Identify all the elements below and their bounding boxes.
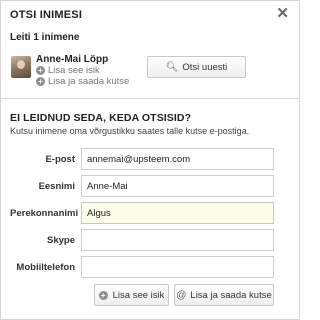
avatar[interactable] [11, 56, 31, 78]
results-count: Leiti 1 inimene [10, 32, 80, 43]
at-icon: @ [176, 289, 187, 301]
skype-field[interactable] [81, 229, 274, 251]
add-person-button-label: Lisa see isik [112, 289, 165, 301]
add-invite-button-label: Lisa ja saada kutse [190, 289, 272, 301]
person-result: Anne-Mai Löpp + Lisa see isik + Lisa ja … [11, 54, 129, 87]
invite-section-subtitle: Kutsu inimene oma võrgustikku saates tal… [10, 126, 250, 136]
add-invite-link[interactable]: + Lisa ja saada kutse [36, 76, 129, 87]
mobile-field[interactable] [81, 256, 274, 278]
add-person-link[interactable]: + Lisa see isik [36, 65, 129, 76]
first-name-field[interactable] [81, 175, 274, 197]
plus-circle-icon: + [36, 77, 45, 86]
skype-label: Skype [47, 235, 75, 246]
email-field[interactable] [81, 148, 274, 170]
plus-circle-icon: + [36, 66, 45, 75]
plus-circle-icon: + [98, 290, 108, 300]
last-name-label: Perekonnanimi [10, 208, 79, 219]
search-again-button[interactable]: 🔍︎ Otsi uuesti [147, 56, 246, 78]
last-name-field[interactable] [81, 202, 274, 224]
email-label: E-post [45, 154, 75, 165]
person-name[interactable]: Anne-Mai Löpp [36, 54, 129, 65]
first-name-label: Eesnimi [38, 181, 75, 192]
find-people-dialog: OTSI INIMESI ✕ Leiti 1 inimene Anne-Mai … [0, 0, 300, 320]
invite-section-title: EI LEIDNUD SEDA, KEDA OTSISID? [10, 112, 192, 124]
divider [1, 98, 299, 99]
search-again-label: Otsi uuesti [182, 61, 228, 73]
dialog-title: OTSI INIMESI [10, 9, 83, 21]
add-person-button[interactable]: + Lisa see isik [94, 284, 169, 306]
add-invite-link-label: Lisa ja saada kutse [48, 76, 130, 87]
mobile-label: Mobiiltelefon [16, 262, 75, 273]
add-invite-button[interactable]: @ Lisa ja saada kutse [174, 284, 274, 306]
add-person-link-label: Lisa see isik [48, 65, 100, 76]
close-icon[interactable]: ✕ [276, 6, 289, 21]
search-icon: 🔍︎ [165, 61, 179, 73]
